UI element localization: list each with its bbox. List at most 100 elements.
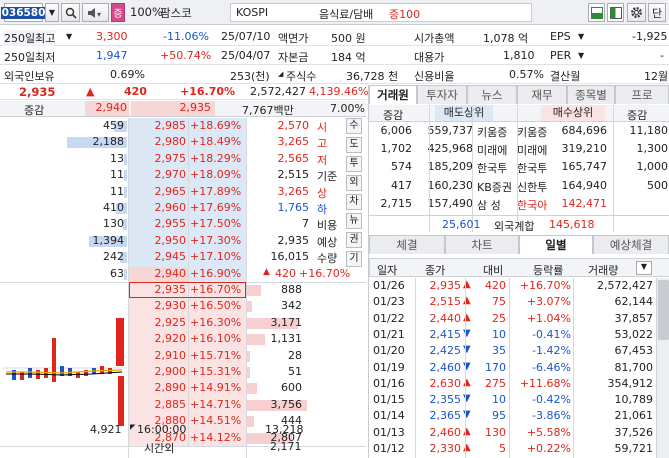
summary-rate: +16.70%	[299, 266, 351, 280]
ask-price: 2,985	[154, 119, 187, 132]
expand-icon[interactable]: ◢	[278, 70, 283, 78]
broker-buy-qty: 319,210	[561, 142, 608, 156]
side-button[interactable]: 기	[346, 251, 362, 267]
bid-rate: +14.51%	[190, 414, 242, 428]
ask-row[interactable]: 410 2,960 +17.69%	[0, 200, 246, 216]
tab-broker-1[interactable]: 투자자	[417, 85, 467, 104]
side-button[interactable]: 외	[346, 175, 362, 191]
market-label: KOSPI	[236, 6, 269, 19]
daily-date: 01/14	[373, 409, 405, 423]
daily-row[interactable]: 01/12 2,330 ▲ 5 +0.22% 59,721	[369, 441, 656, 457]
broker-row[interactable]: 574 185,209 한국투 한국투 165,747 1,000	[369, 159, 669, 175]
layout-icon	[590, 6, 603, 19]
volume-dropdown[interactable]: ▼	[636, 261, 652, 275]
value-foreign: 0.69%	[110, 68, 145, 81]
broker-row[interactable]: 2,715 157,490 삼 성 한국아 142,471	[369, 196, 669, 212]
ask-row[interactable]: 130 2,955 +17.50%	[0, 216, 246, 232]
value-250-high: 3,300	[96, 30, 128, 43]
single-button[interactable]: 단	[648, 3, 666, 22]
daily-row[interactable]: 01/23 2,515 ▲ 75 +3.07% 62,144	[369, 294, 656, 310]
ask-rate: +18.49%	[190, 135, 242, 149]
daily-row[interactable]: 01/19 2,460 ▼ 170 -6.46% 81,700	[369, 360, 656, 376]
search-button[interactable]	[61, 3, 80, 22]
broker-buy-qty: 165,747	[561, 160, 608, 174]
bid-rate: +15.31%	[190, 365, 242, 378]
value-mktcap: 1,078 억	[483, 32, 529, 45]
foreign-label: 외국계합	[494, 220, 535, 233]
hdr-close: 종가	[425, 264, 446, 277]
tab-broker-2[interactable]: 뉴스	[467, 85, 517, 104]
layout-icon-button[interactable]	[588, 3, 605, 22]
broker-row[interactable]: 1,702 425,968 미래에 미래에 319,210 1,300	[369, 141, 669, 157]
daily-rate: -1.42%	[532, 344, 571, 358]
daily-scrollbar[interactable]	[656, 278, 669, 458]
tab-daily-3[interactable]: 예상체결	[593, 235, 669, 254]
bid-rate: +16.10%	[190, 332, 242, 346]
summary-value: 2,515	[277, 168, 310, 182]
summary-value: 7	[302, 217, 309, 231]
tab-daily-1[interactable]: 차트	[445, 235, 519, 254]
bid-qty: 28	[288, 348, 302, 362]
label-fiscal: 결산월	[550, 70, 581, 83]
stock-code-input[interactable]: 036580	[0, 3, 47, 22]
daily-row[interactable]: 01/15 2,355 ▼ 10 -0.42% 10,789	[369, 392, 656, 408]
dropdown-icon[interactable]: ▼	[578, 51, 584, 60]
side-button[interactable]: 차	[346, 194, 362, 210]
grid-line	[517, 105, 518, 232]
value-credit: 0.57%	[509, 68, 544, 81]
scrollbar-thumb[interactable]	[658, 280, 669, 340]
ask-row[interactable]: 11 2,970 +18.09%	[0, 167, 246, 183]
ask-row[interactable]: 242 2,945 +17.10%	[0, 249, 246, 265]
daily-row[interactable]: 01/14 2,365 ▼ 95 -3.86% 21,061	[369, 408, 656, 424]
daily-change: 420	[485, 279, 506, 292]
daily-row[interactable]: 01/21 2,415 ▼ 10 -0.41% 53,022	[369, 327, 656, 343]
foreign-buy: 145,618	[549, 218, 595, 231]
dropdown-icon[interactable]: ▼	[578, 32, 584, 41]
daily-row[interactable]: 01/20 2,425 ▼ 35 -1.42% 67,453	[369, 343, 656, 359]
broker-row[interactable]: 417 160,230 KB증권 신한투 164,940 500	[369, 178, 669, 194]
header-label: 증감	[24, 104, 45, 117]
ask-row[interactable]: 2,188 2,980 +18.49%	[0, 134, 246, 150]
bid-rate: +14.91%	[190, 381, 242, 395]
bid-rate: +15.71%	[190, 348, 242, 362]
broker-sell-name: 삼 성	[477, 198, 501, 212]
side-button[interactable]: 뉴	[346, 213, 362, 229]
quote-time: 16:00:00	[137, 423, 187, 436]
tab-broker-3[interactable]: 재무	[517, 85, 567, 104]
tab-broker-4[interactable]: 종목별	[567, 85, 615, 104]
ask-row[interactable]: 11 2,965 +17.89%	[0, 184, 246, 200]
broker-row[interactable]: 6,006 559,737 키움증 키움증 684,696 11,180	[369, 123, 669, 139]
tab-daily-2[interactable]: 일별	[519, 235, 593, 254]
side-button[interactable]: 투	[346, 156, 362, 172]
window-icon-button[interactable]	[607, 3, 624, 22]
bid-row[interactable]: 2,935 +16.70% 888	[0, 282, 366, 298]
daily-rate: +3.07%	[526, 295, 571, 309]
side-button[interactable]: 도	[346, 137, 362, 153]
daily-row[interactable]: 01/16 2,630 ▲ 275 +11.68% 354,912	[369, 376, 656, 392]
ask-row[interactable]: 13 2,975 +18.29%	[0, 151, 246, 167]
settings-button[interactable]	[627, 3, 646, 22]
after-hours-qty: 2,171	[270, 440, 302, 453]
ask-row[interactable]: 1,394 2,950 +17.30%	[0, 233, 246, 249]
bid-price: 2,885	[154, 397, 187, 411]
bid-price: 2,925	[154, 315, 187, 329]
label-credit: 신용비율	[414, 70, 455, 83]
broker-sell-chg: 1,702	[380, 142, 413, 156]
tab-daily-0[interactable]: 체결	[369, 235, 445, 254]
label-mktcap: 시가총액	[414, 32, 455, 45]
speaker-button[interactable]: ▾	[82, 3, 109, 22]
broker-sell-name: 한국투	[477, 162, 508, 176]
ask-row[interactable]: 63 2,940 +16.90%	[0, 266, 246, 282]
daily-row[interactable]: 01/22 2,440 ▲ 25 +1.04% 37,857	[369, 311, 656, 327]
side-button[interactable]: 권	[346, 232, 362, 248]
ask-row[interactable]: 459 2,985 +18.69%	[0, 118, 246, 134]
daily-row[interactable]: 01/13 2,460 ▲ 130 +5.58% 37,526	[369, 425, 656, 441]
side-button[interactable]: 수	[346, 118, 362, 134]
code-dropdown-button[interactable]: ▼	[45, 3, 59, 22]
dropdown-icon[interactable]: ▼	[66, 32, 72, 41]
daily-row[interactable]: 01/26 2,935 ▲ 420 +16.70% 2,572,427	[369, 278, 656, 294]
daily-volume: 10,789	[614, 393, 654, 407]
bid-qty: 51	[288, 365, 302, 378]
tab-broker-5[interactable]: 프로	[615, 85, 669, 104]
tab-broker-0[interactable]: 거래원	[369, 85, 417, 104]
